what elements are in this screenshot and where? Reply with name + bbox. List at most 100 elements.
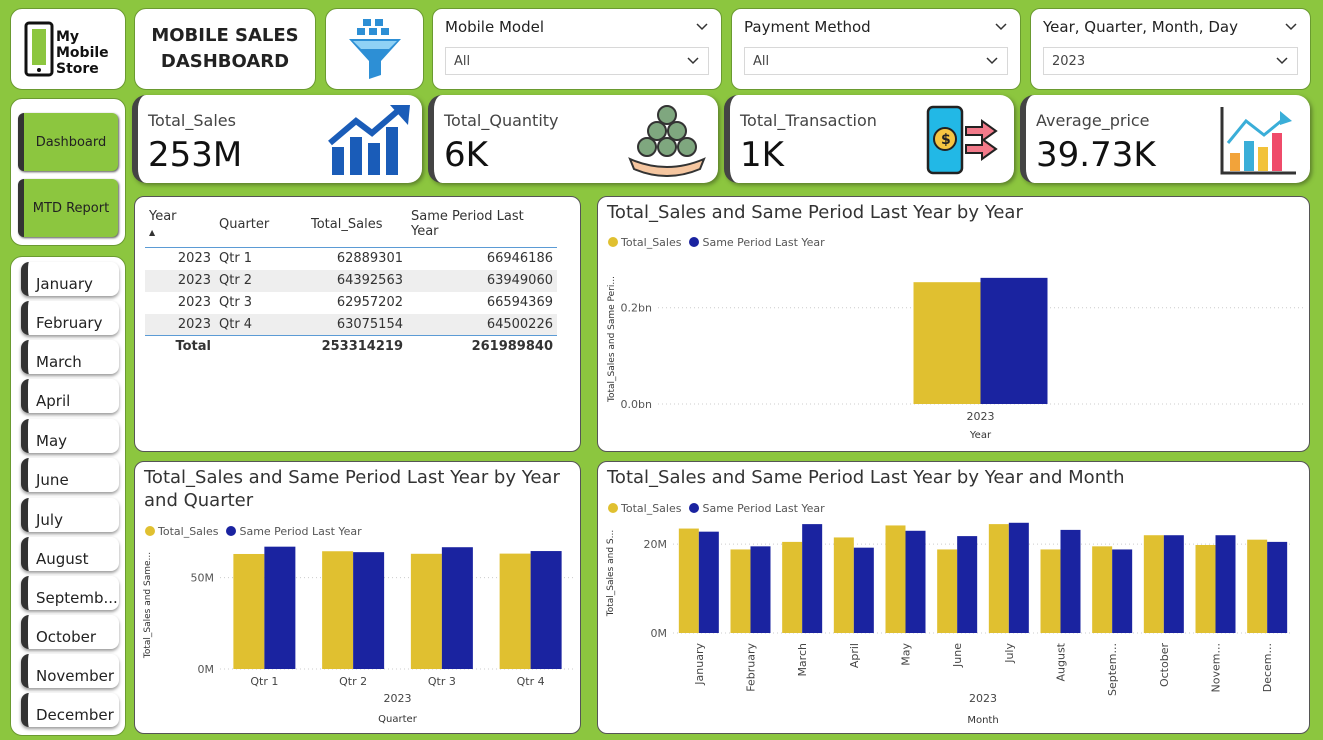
kpi-label: Average_price xyxy=(1036,111,1150,130)
legend-item-sales: Total_Sales xyxy=(608,236,681,249)
dashboard-title: MOBILE SALES DASHBOARD xyxy=(134,8,316,90)
x-tick-label: Qtr 2 xyxy=(339,675,367,688)
x-tick-label: Qtr 1 xyxy=(250,675,278,688)
payment-method-slicer[interactable]: Payment Method All xyxy=(731,8,1021,90)
bar-last-year xyxy=(353,552,385,669)
legend-item-last-year: Same Period Last Year xyxy=(689,502,825,515)
svg-text:Mobile: Mobile xyxy=(56,45,109,61)
month-button-march[interactable]: March xyxy=(21,340,119,374)
chevron-down-icon[interactable] xyxy=(695,20,709,34)
month-button-november[interactable]: November xyxy=(21,654,119,688)
column-header-last-year[interactable]: Same Period Last Year xyxy=(407,207,557,248)
kpi-total-quantity: Total_Quantity 6K xyxy=(428,95,718,183)
month-button-january[interactable]: January xyxy=(21,262,119,296)
chevron-down-icon[interactable] xyxy=(1284,20,1298,34)
date-dropdown[interactable]: 2023 xyxy=(1043,47,1298,75)
x-tick-label: August xyxy=(1055,642,1068,681)
bar-last-year xyxy=(750,546,771,633)
x-tick-label: February xyxy=(745,643,758,692)
growth-chart-icon xyxy=(328,105,410,175)
svg-text:Store: Store xyxy=(56,61,99,77)
month-button-july[interactable]: July xyxy=(21,498,119,532)
kpi-label: Total_Transaction xyxy=(740,111,877,130)
payment-method-dropdown[interactable]: All xyxy=(744,47,1008,75)
bar-last-year xyxy=(802,524,823,633)
table-row: 2023 Qtr 1 62889301 66946186 xyxy=(145,247,557,270)
x-tick-label: Septem... xyxy=(1106,643,1119,696)
bar-sales xyxy=(730,549,751,633)
bar-sales xyxy=(988,524,1009,633)
y-tick-label: 0.0bn xyxy=(621,398,652,411)
svg-text:$: $ xyxy=(941,132,951,148)
chart-legend: Total_Sales Same Period Last Year xyxy=(608,236,825,249)
bar-sales xyxy=(1143,535,1164,633)
legend-item-sales: Total_Sales xyxy=(608,502,681,515)
bar-sales xyxy=(937,549,958,633)
chart-title: Total_Sales and Same Period Last Year by… xyxy=(144,467,560,511)
chart-by-quarter: 0M 50M Qtr 1 Qtr 2 Qtr 3 Qtr 4 2023 Quarter Tota… xyxy=(143,546,575,725)
x-axis-title: Year xyxy=(969,430,992,441)
month-button-december[interactable]: December xyxy=(21,693,119,727)
chart-legend: Total_Sales Same Period Last Year xyxy=(145,525,362,538)
y-tick-label: 20M xyxy=(644,538,668,551)
column-header-year[interactable]: Year ▲ xyxy=(145,207,215,248)
chart-legend: Total_Sales Same Period Last Year xyxy=(608,502,825,515)
month-button-october[interactable]: October xyxy=(21,615,119,649)
bar-last-year xyxy=(853,547,874,633)
mobile-model-dropdown[interactable]: All xyxy=(445,47,709,75)
bar-last-year xyxy=(1112,549,1133,633)
chart-by-year-panel: Total_Sales and Same Period Last Year by… xyxy=(597,196,1310,452)
bar-sales xyxy=(885,525,906,633)
chevron-down-icon[interactable] xyxy=(994,20,1008,34)
chart-by-quarter-panel: Total_Sales and Same Period Last Year by… xyxy=(134,461,581,734)
kpi-value: 1K xyxy=(740,135,784,175)
table-row: 2023 Qtr 4 63075154 64500226 xyxy=(145,313,557,336)
kpi-value: 39.73K xyxy=(1036,135,1156,175)
bar-sales xyxy=(1247,539,1268,633)
x-tick-label: July xyxy=(1003,643,1016,664)
date-slicer[interactable]: Year, Quarter, Month, Day 2023 xyxy=(1030,8,1311,90)
x-tick-label: Qtr 3 xyxy=(428,675,456,688)
legend-item-last-year: Same Period Last Year xyxy=(689,236,825,249)
dashboard-button[interactable]: Dashboard xyxy=(18,113,118,171)
month-button-february[interactable]: February xyxy=(21,301,119,335)
y-tick-label: 0M xyxy=(651,627,668,640)
y-tick-label: 0.2bn xyxy=(621,302,652,315)
x-group-label: 2023 xyxy=(384,692,412,705)
x-tick-label: Qtr 4 xyxy=(517,675,545,688)
bar-last-year xyxy=(1008,522,1029,633)
chart-by-year: 0.0bn 0.2bn 2023 Year Total_Sales and Same P… xyxy=(607,276,1303,441)
bar-last-year xyxy=(957,536,978,633)
chart-by-month: 0M 20M January February March April May June Jul… xyxy=(606,522,1293,726)
bar-sales xyxy=(678,528,699,633)
x-tick-label: Decem... xyxy=(1261,643,1274,692)
table-row: 2023 Qtr 3 62957202 66594369 xyxy=(177,295,553,310)
column-header-quarter[interactable]: Quarter xyxy=(215,207,307,248)
nav-panel: Dashboard MTD Report xyxy=(10,98,126,246)
month-button-june[interactable]: June xyxy=(21,458,119,492)
bar-last-year xyxy=(980,277,1048,404)
x-tick-label: 2023 xyxy=(967,410,995,423)
month-button-september[interactable]: Septemb... xyxy=(21,576,119,610)
bar-last-year xyxy=(905,530,926,633)
column-header-total-sales[interactable]: Total_Sales xyxy=(307,207,407,248)
slicer-label: Mobile Model xyxy=(445,18,545,36)
kpi-total-sales: Total_Sales 253M xyxy=(132,95,422,183)
kpi-label: Total_Quantity xyxy=(444,111,559,130)
month-slicer: January February March April May June Ju… xyxy=(10,256,126,736)
slicer-label: Year, Quarter, Month, Day xyxy=(1043,18,1238,36)
bar-last-year xyxy=(441,547,473,669)
mtd-report-button[interactable]: MTD Report xyxy=(18,179,118,237)
y-tick-label: 0M xyxy=(198,663,215,676)
x-tick-label: January xyxy=(693,643,706,686)
bar-sales xyxy=(322,551,354,669)
x-tick-label: October xyxy=(1158,643,1171,687)
kpi-total-transaction: Total_Transaction 1K $ xyxy=(724,95,1014,183)
mobile-model-slicer[interactable]: Mobile Model All xyxy=(432,8,722,90)
filter-button[interactable] xyxy=(325,8,424,90)
month-button-april[interactable]: April xyxy=(21,379,119,413)
month-button-august[interactable]: August xyxy=(21,537,119,571)
month-button-may[interactable]: May xyxy=(21,419,119,453)
bar-last-year xyxy=(1163,535,1184,633)
chevron-down-icon xyxy=(1276,57,1288,65)
